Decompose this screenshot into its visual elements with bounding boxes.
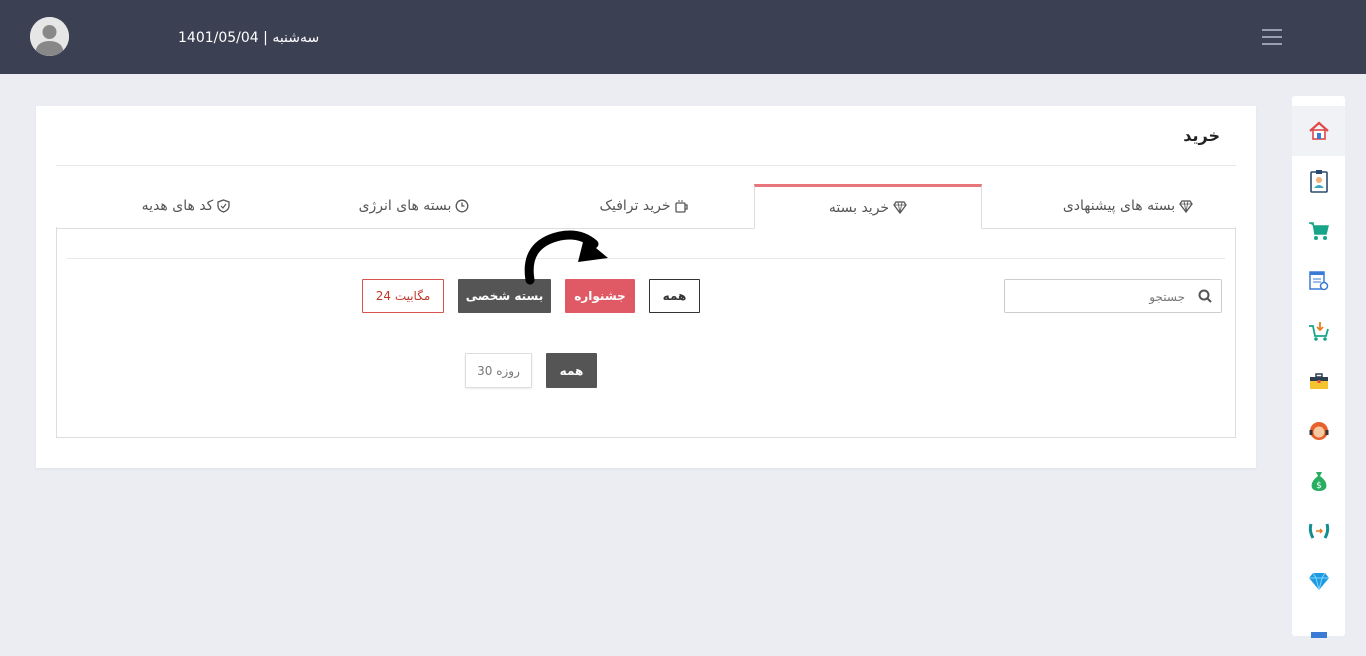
clock-icon — [455, 199, 469, 213]
svg-text:$: $ — [1316, 481, 1322, 491]
divider — [67, 258, 1225, 259]
diamond-icon — [893, 201, 907, 214]
cart-download-icon — [1308, 322, 1329, 341]
tab-label: خرید ترافیک — [599, 198, 671, 214]
duration-30-days-button[interactable]: 30 روزه — [465, 353, 532, 388]
sidebar-item-cart-download[interactable] — [1292, 306, 1345, 356]
tab-suggested-packages[interactable]: بسته های پیشنهادی — [1002, 184, 1254, 228]
shield-icon — [217, 199, 230, 213]
sidebar-item-gem[interactable] — [1292, 556, 1345, 606]
header-date: 1401/05/04 | سه‌شنبه — [178, 30, 320, 46]
tab-bar: بسته های پیشنهادی خرید بسته خرید ترافیک … — [56, 184, 1236, 229]
list-search-icon — [1308, 271, 1328, 291]
avatar[interactable] — [30, 17, 69, 56]
tab-label: کد های هدیه — [141, 198, 214, 214]
toolbox-icon — [1309, 373, 1328, 389]
search-input[interactable] — [1003, 281, 1187, 313]
curved-arrow-icon — [524, 230, 608, 285]
search-box — [1003, 279, 1222, 313]
sidebar-item-cart[interactable] — [1292, 206, 1345, 256]
sidebar-item-profile[interactable] — [1292, 156, 1345, 206]
page-title: خرید — [1183, 126, 1220, 145]
profile-card-icon — [1309, 170, 1328, 193]
sidebar-item-support[interactable] — [1292, 406, 1345, 456]
phone-transfer-icon — [1308, 523, 1329, 539]
filter-24mb-button[interactable]: 24 مگابیت — [362, 279, 444, 313]
tab-buy-package[interactable]: خرید بسته — [754, 184, 982, 229]
filter-all-button[interactable]: همه — [649, 279, 700, 313]
search-icon — [1198, 289, 1212, 303]
tab-gift-codes[interactable]: کد های هدیه — [76, 184, 296, 228]
top-bar: 1401/05/04 | سه‌شنبه — [0, 0, 1366, 74]
hamburger-icon — [1262, 29, 1282, 31]
cart-icon — [1308, 222, 1329, 240]
user-avatar-icon — [30, 17, 69, 56]
sidebar-item-toolbox[interactable] — [1292, 356, 1345, 406]
mug-icon — [674, 199, 688, 213]
sidebar-item-home[interactable] — [1292, 106, 1345, 156]
tab-panel — [56, 227, 1236, 438]
tab-label: بسته های پیشنهادی — [1062, 198, 1176, 214]
duration-all-button[interactable]: همه — [546, 353, 597, 388]
support-agent-icon — [1309, 422, 1328, 440]
document-icon — [1310, 632, 1327, 638]
sidebar-item-money[interactable]: $ — [1292, 456, 1345, 506]
sidebar: $ — [1292, 96, 1345, 638]
tab-label: خرید بسته — [828, 199, 890, 216]
tab-energy-packages[interactable]: بسته های انرژی — [304, 184, 524, 228]
tab-label: بسته های انرژی — [358, 198, 452, 214]
money-bag-icon: $ — [1311, 472, 1326, 491]
divider — [56, 165, 1236, 166]
diamond-icon — [1179, 199, 1193, 213]
gem-icon — [1308, 572, 1329, 591]
sidebar-item-list[interactable] — [1292, 256, 1345, 306]
sidebar-item-more[interactable] — [1292, 606, 1345, 656]
sidebar-item-phone-transfer[interactable] — [1292, 506, 1345, 556]
home-icon — [1308, 121, 1329, 140]
menu-toggle-button[interactable] — [1262, 29, 1282, 45]
tab-buy-traffic[interactable]: خرید ترافیک — [544, 184, 744, 228]
purchase-card: خرید بسته های پیشنهادی خرید بسته خرید تر… — [36, 106, 1256, 468]
